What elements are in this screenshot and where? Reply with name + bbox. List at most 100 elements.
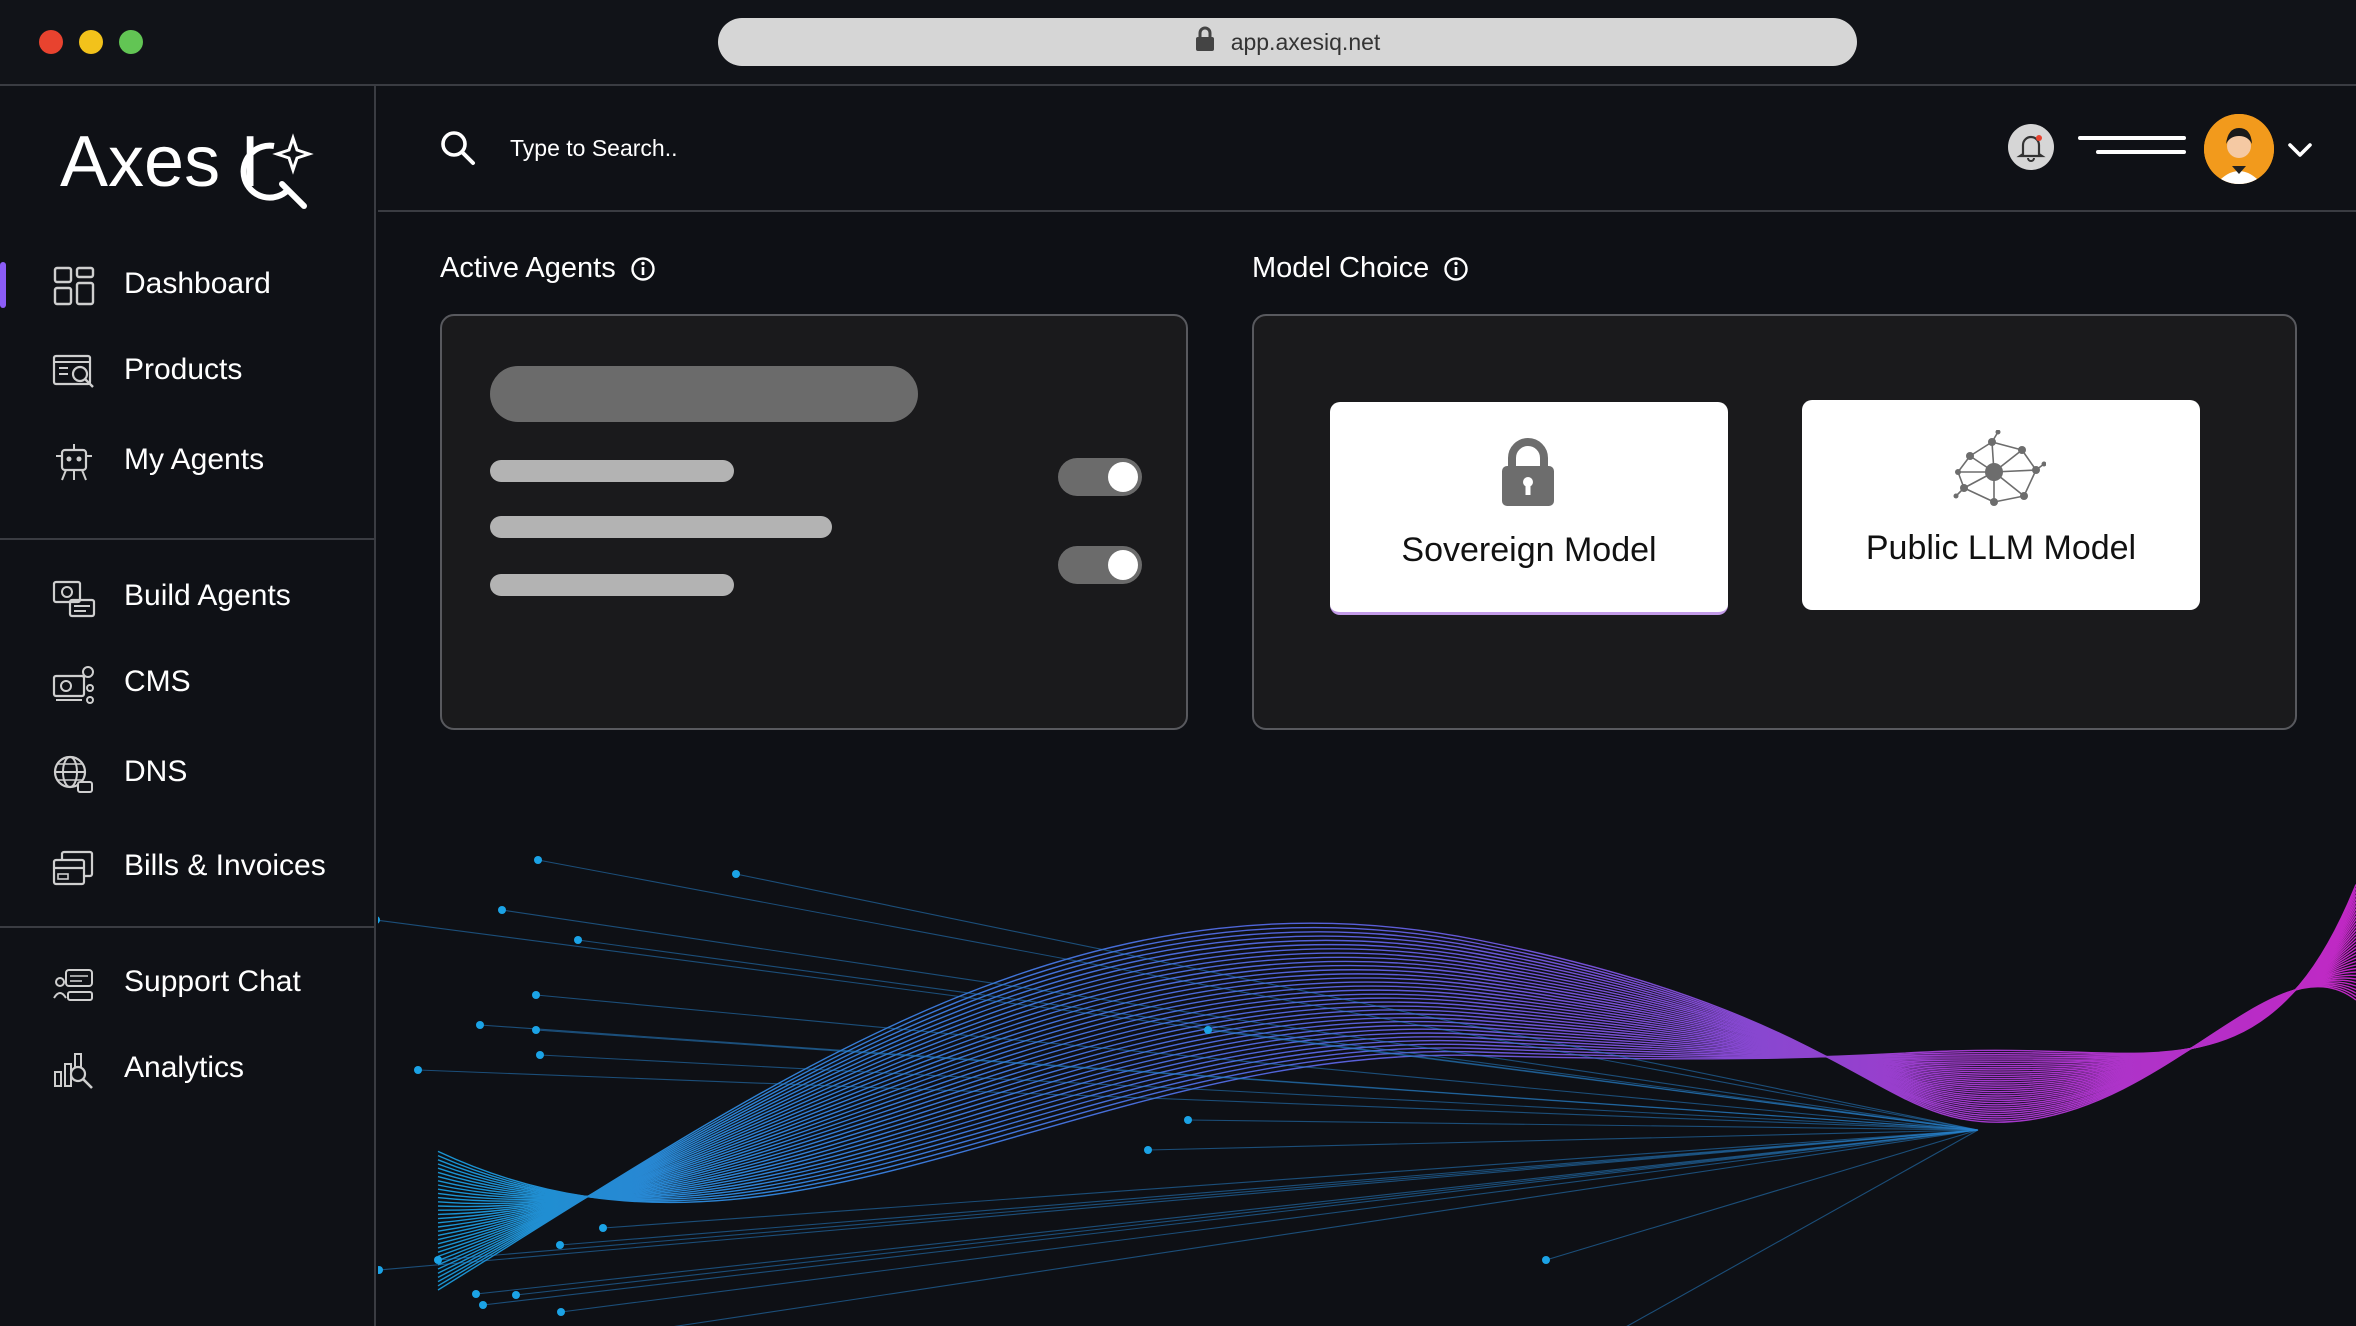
agent-toggle[interactable]: [1058, 458, 1142, 496]
public-llm-model-card[interactable]: Public LLM Model: [1802, 400, 2200, 610]
wave-ray: [501, 909, 1979, 1131]
wave-ray: [1545, 1129, 1979, 1261]
sidebar-item-label: CMS: [124, 665, 191, 698]
active-agents-heading: Active Agents: [440, 252, 656, 285]
wave-dot: [556, 1241, 564, 1249]
decorative-wave-graphic: [378, 856, 2356, 1326]
sidebar-item-label: Products: [124, 353, 243, 386]
wave-dot: [498, 906, 506, 914]
invoice-icon: [52, 850, 94, 886]
sidebar-item-my-agents[interactable]: My Agents: [0, 430, 374, 490]
sidebar-item-label: Support Chat: [124, 965, 301, 998]
sidebar-item-label: My Agents: [124, 443, 265, 476]
products-icon: [52, 354, 94, 388]
cms-icon: [52, 666, 94, 704]
active-agents-title: Active Agents: [440, 252, 616, 284]
sidebar: Axes I Dashboard Products My Agents Buil…: [0, 86, 376, 1326]
active-agents-panel: [440, 314, 1188, 730]
search-icon[interactable]: [438, 128, 478, 168]
model-option-label: Sovereign Model: [1401, 531, 1657, 569]
url-text: app.axesiq.net: [1230, 28, 1381, 55]
wave-dot: [414, 1066, 422, 1074]
sidebar-item-analytics[interactable]: Analytics: [0, 1038, 374, 1098]
placeholder-line: [490, 574, 734, 596]
wave-dot: [434, 1256, 442, 1264]
build-agents-icon: [52, 580, 96, 618]
wave-dot: [599, 1224, 607, 1232]
wave-dot: [1204, 1026, 1212, 1034]
lock-icon: [1502, 438, 1554, 506]
model-choice-panel: Sovereign Model Public LLM Model: [1252, 314, 2297, 730]
globe-icon: [53, 755, 93, 793]
sidebar-item-support-chat[interactable]: Support Chat: [0, 952, 374, 1012]
support-chat-icon: [53, 969, 93, 1001]
top-header: [378, 86, 2356, 212]
maximize-window-button[interactable]: [119, 30, 143, 54]
lock-icon: [1195, 26, 1215, 58]
sidebar-item-dashboard[interactable]: Dashboard: [0, 254, 374, 314]
wave-ray: [1626, 1129, 1979, 1326]
svg-text:Axes I: Axes I: [60, 122, 260, 202]
wave-dot: [536, 1051, 544, 1059]
toggle-knob: [1108, 462, 1138, 492]
sidebar-item-label: Analytics: [124, 1051, 245, 1084]
model-choice-heading: Model Choice: [1252, 252, 1469, 285]
placeholder-title-bar: [490, 366, 918, 422]
wave-dot: [1144, 1146, 1152, 1154]
placeholder-line: [490, 516, 832, 538]
chevron-down-icon[interactable]: [2286, 136, 2314, 164]
wave-dot: [378, 916, 380, 924]
active-indicator: [0, 262, 6, 308]
wave-dot: [479, 1301, 487, 1309]
model-option-label: Public LLM Model: [1865, 529, 2137, 567]
axes-iq-logo[interactable]: Axes I: [60, 116, 320, 216]
search-input[interactable]: [508, 124, 1212, 172]
sovereign-model-card[interactable]: Sovereign Model: [1330, 402, 1728, 615]
sidebar-item-label: Dashboard: [124, 267, 271, 300]
wave-dot: [378, 1266, 383, 1274]
wave-dot: [512, 1291, 520, 1299]
menu-lines-icon[interactable]: [2078, 132, 2186, 160]
wave-dot: [557, 1308, 565, 1316]
wave-dot: [472, 1290, 480, 1298]
robot-icon: [56, 444, 92, 481]
agent-toggle[interactable]: [1058, 546, 1142, 584]
notification-button[interactable]: [2008, 124, 2054, 170]
sidebar-item-label: Build Agents: [124, 579, 291, 612]
wave-dot: [732, 870, 740, 878]
minimize-window-button[interactable]: [79, 30, 103, 54]
info-icon[interactable]: [1443, 256, 1469, 282]
wave-line: [437, 935, 2356, 1279]
wave-ray: [735, 873, 1979, 1131]
sidebar-divider: [0, 926, 374, 928]
wave-dot: [534, 856, 542, 864]
placeholder-line: [490, 460, 734, 482]
wave-dot: [532, 1026, 540, 1034]
wave-dot: [532, 991, 540, 999]
sidebar-item-dns[interactable]: DNS: [0, 742, 374, 802]
model-choice-title: Model Choice: [1252, 252, 1430, 284]
toggle-knob: [1108, 550, 1138, 580]
wave-dot: [1542, 1256, 1550, 1264]
browser-titlebar: app.axesiq.net: [0, 0, 2356, 86]
wave-ray: [537, 859, 1979, 1131]
info-icon[interactable]: [630, 256, 656, 282]
avatar[interactable]: [2204, 114, 2274, 184]
network-icon: [1953, 430, 2046, 506]
bell-icon: [2016, 135, 2046, 162]
analytics-icon: [54, 1053, 93, 1089]
close-window-button[interactable]: [39, 30, 63, 54]
sidebar-item-cms[interactable]: CMS: [0, 652, 374, 712]
address-bar[interactable]: app.axesiq.net: [718, 18, 1857, 66]
sidebar-item-build-agents[interactable]: Build Agents: [0, 566, 374, 626]
wave-line: [437, 931, 2356, 1283]
wave-ray: [560, 1129, 1979, 1313]
wave-line: [437, 964, 2356, 1249]
sidebar-item-products[interactable]: Products: [0, 340, 374, 400]
wave-dot: [574, 936, 582, 944]
wave-dot: [476, 1021, 484, 1029]
dashboard-icon: [53, 266, 95, 306]
sidebar-item-label: DNS: [124, 755, 188, 788]
wave-dot: [1184, 1116, 1192, 1124]
sidebar-item-bills-invoices[interactable]: Bills & Invoices: [0, 836, 374, 896]
